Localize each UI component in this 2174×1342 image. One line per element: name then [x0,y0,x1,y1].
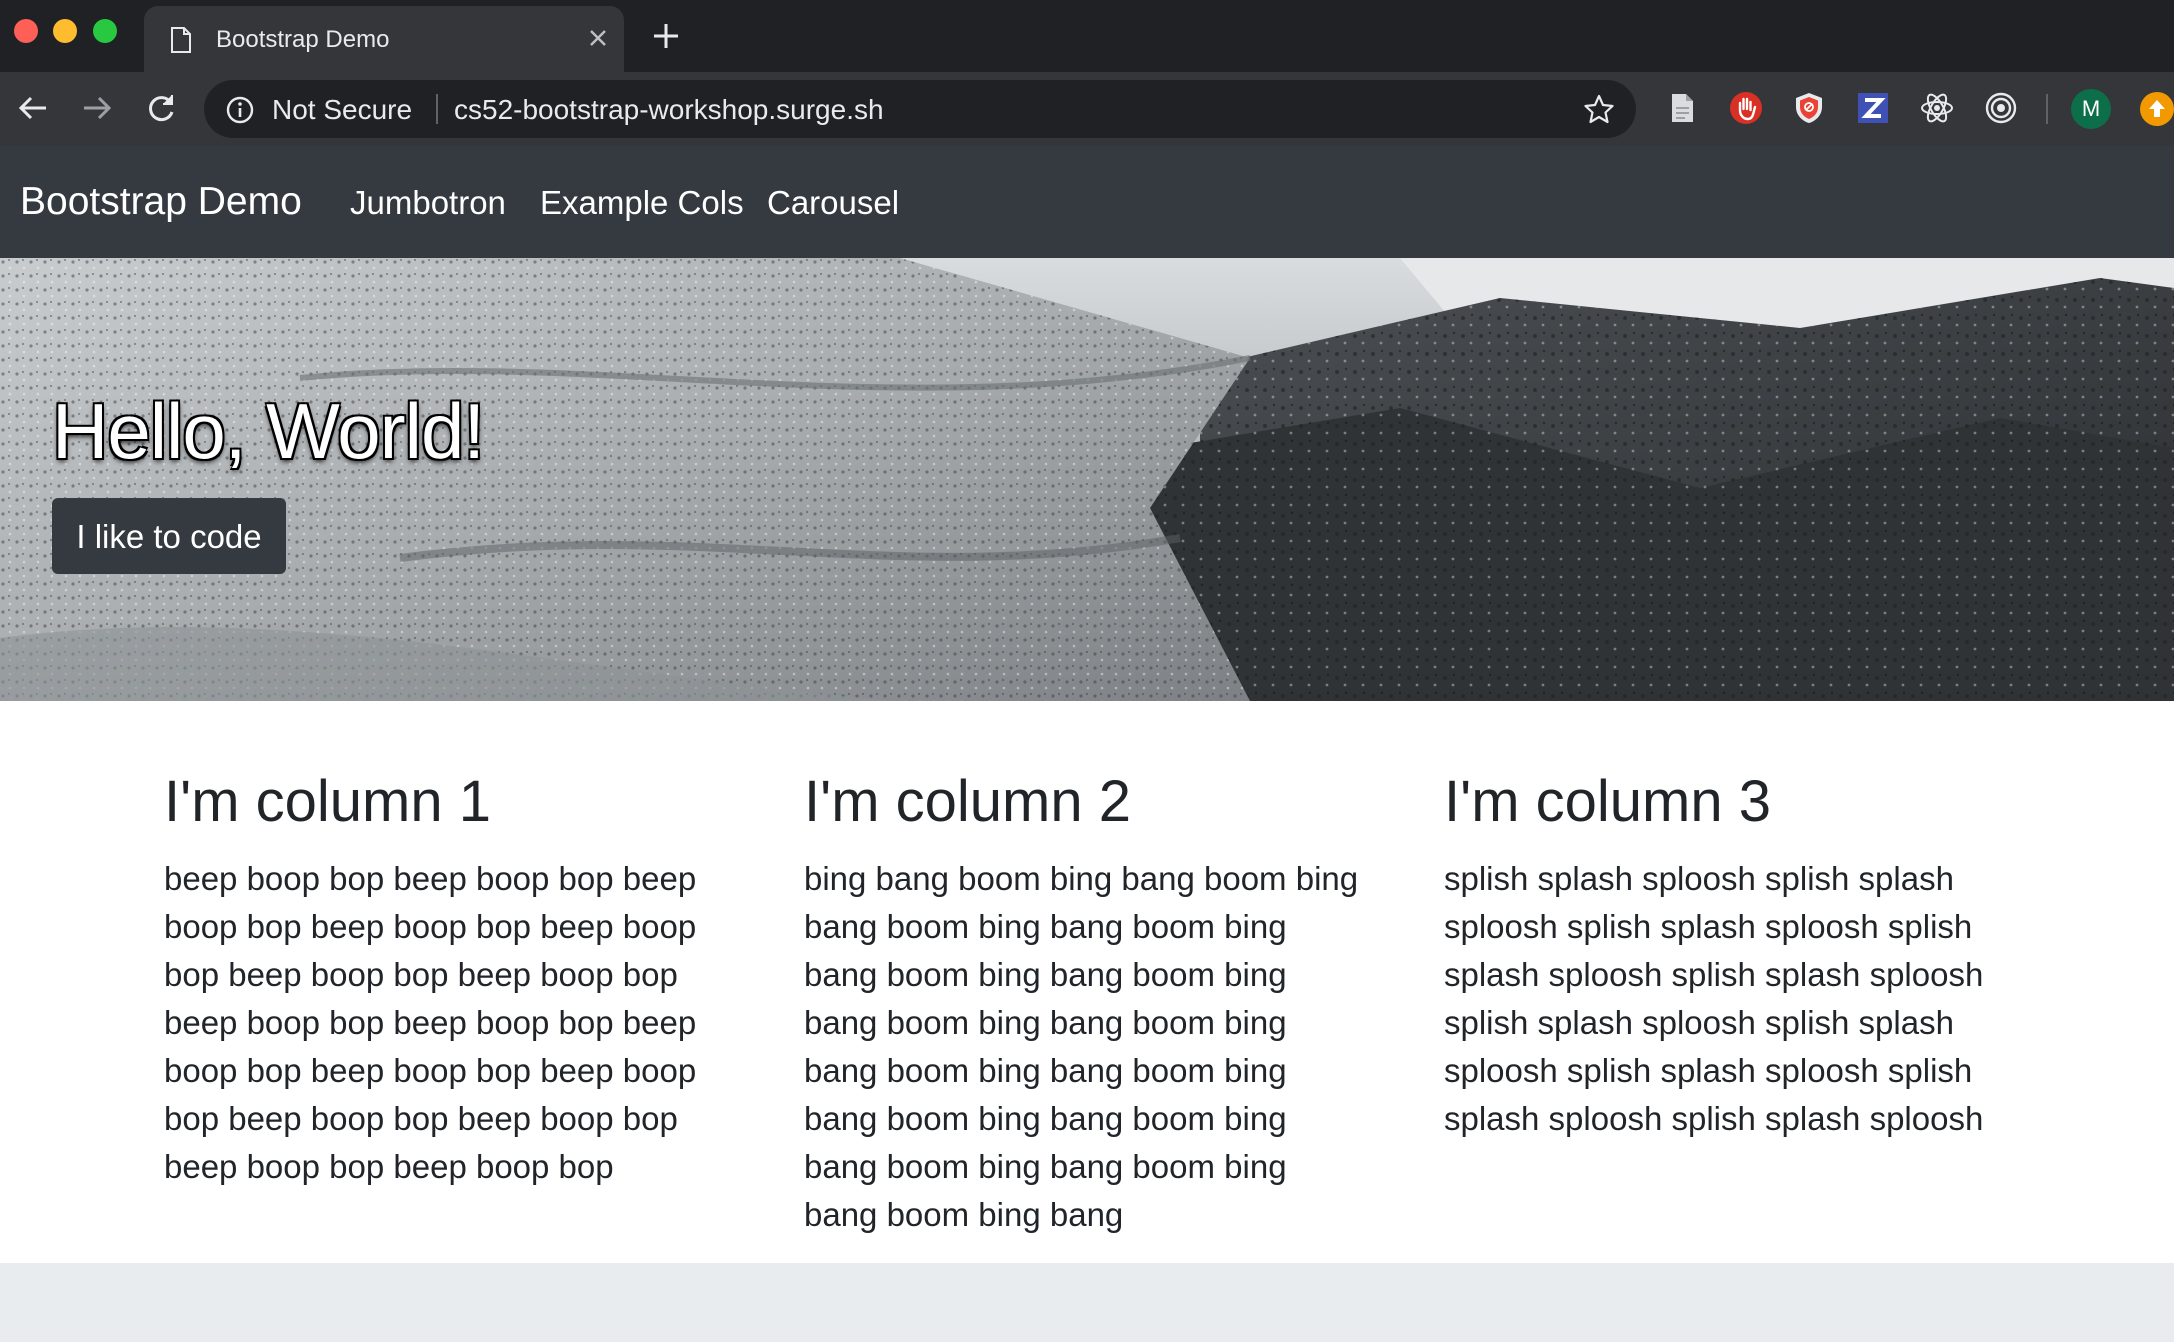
page-footer-area [0,1263,2174,1342]
bookmark-star-icon[interactable] [1584,94,1614,129]
profile-avatar[interactable]: M [2071,89,2111,129]
columns-section: I'm column 1 beep boop bop beep boop bop… [0,701,2174,1263]
address-bar[interactable]: Not Secure cs52-bootstrap-workshop.surge… [204,80,1636,138]
nav-link-example-cols[interactable]: Example Cols [540,184,744,222]
shield-extension-icon[interactable] [1791,90,1827,126]
info-icon[interactable] [226,96,254,129]
stop-hand-extension-icon[interactable] [1728,90,1764,126]
i-like-to-code-button[interactable]: I like to code [52,498,286,574]
navbar-brand[interactable]: Bootstrap Demo [20,180,302,224]
close-window-button[interactable] [14,19,38,43]
url-text[interactable]: cs52-bootstrap-workshop.surge.sh [454,94,884,126]
tab-title: Bootstrap Demo [216,26,390,53]
forward-arrow-icon[interactable] [80,91,114,130]
column-2: I'm column 2 bing bang boom bing bang bo… [804,769,1364,1239]
back-arrow-icon[interactable] [16,91,50,130]
browser-toolbar: Not Secure cs52-bootstrap-workshop.surge… [0,72,2174,146]
document-icon [170,27,192,58]
mountain-background-image [0,258,2174,701]
security-label: Not Secure [272,94,413,125]
nav-link-jumbotron[interactable]: Jumbotron [350,184,506,222]
jumbotron-title: Hello, World! [52,387,485,475]
column-1-text: beep boop bop beep boop bop beep boop bo… [164,860,697,1185]
minimize-window-button[interactable] [53,19,77,43]
column-1-heading: I'm column 1 [164,769,491,834]
column-2-heading: I'm column 2 [804,769,1131,834]
browser-tab-bar: Bootstrap Demo [0,0,2174,72]
column-3-heading: I'm column 3 [1444,769,1771,834]
nav-link-carousel[interactable]: Carousel [767,184,899,222]
zotero-extension-icon[interactable] [1855,90,1891,126]
column-3: I'm column 3 splish splash sploosh splis… [1444,769,2004,1143]
react-devtools-icon[interactable] [1919,90,1955,126]
jumbotron: Hello, World! I like to code [0,258,2174,701]
column-3-text: splish splash sploosh splish splash splo… [1444,860,1984,1137]
close-tab-icon[interactable] [588,28,608,53]
site-navbar: Bootstrap Demo Jumbotron Example Cols Ca… [0,146,2174,258]
extension-divider [2046,94,2048,124]
browser-tab[interactable]: Bootstrap Demo [144,6,624,72]
page-extension-icon[interactable] [1664,90,1700,126]
update-icon[interactable] [2140,92,2174,126]
new-tab-icon[interactable] [652,22,680,55]
maximize-window-button[interactable] [93,19,117,43]
target-extension-icon[interactable] [1983,90,2019,126]
reload-icon[interactable] [144,91,178,130]
omnibox-divider [436,94,438,124]
column-2-text: bing bang boom bing bang boom bing bang … [804,860,1359,1233]
column-1: I'm column 1 beep boop bop beep boop bop… [164,769,724,1191]
